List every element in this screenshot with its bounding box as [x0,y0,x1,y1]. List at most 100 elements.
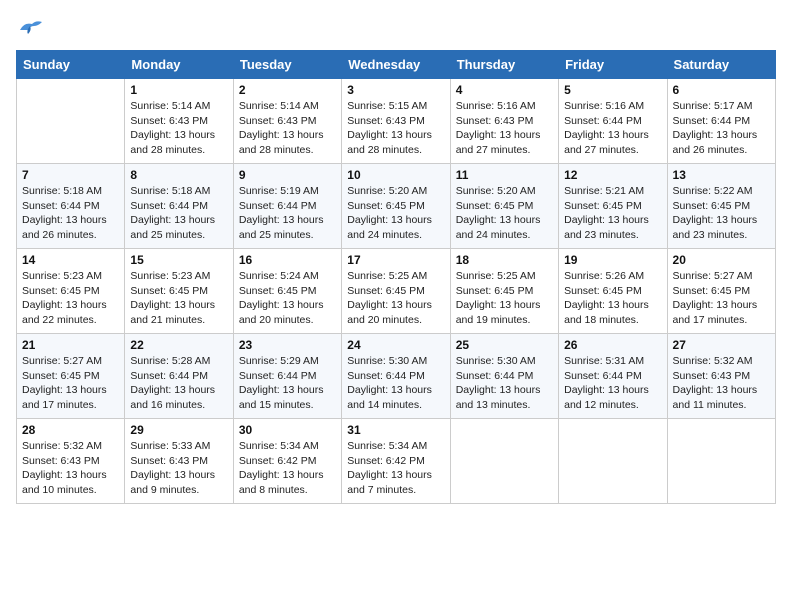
day-info: Sunrise: 5:31 AMSunset: 6:44 PMDaylight:… [564,354,661,413]
header-wednesday: Wednesday [342,51,450,79]
calendar-cell: 2 Sunrise: 5:14 AMSunset: 6:43 PMDaylight… [233,79,341,164]
calendar-cell: 8 Sunrise: 5:18 AMSunset: 6:44 PMDaylight… [125,164,233,249]
day-info: Sunrise: 5:27 AMSunset: 6:45 PMDaylight:… [22,354,119,413]
calendar-cell: 10 Sunrise: 5:20 AMSunset: 6:45 PMDayligh… [342,164,450,249]
calendar-cell: 15 Sunrise: 5:23 AMSunset: 6:45 PMDayligh… [125,249,233,334]
day-info: Sunrise: 5:18 AMSunset: 6:44 PMDaylight:… [22,184,119,243]
day-number: 22 [130,338,227,352]
day-info: Sunrise: 5:14 AMSunset: 6:43 PMDaylight:… [239,99,336,158]
calendar-cell: 6Sunrise: 5:17 AMSunset: 6:44 PMDaylight… [667,79,775,164]
day-info: Sunrise: 5:21 AMSunset: 6:45 PMDaylight:… [564,184,661,243]
day-number: 18 [456,253,553,267]
calendar-cell [17,79,125,164]
calendar-cell: 31 Sunrise: 5:34 AMSunset: 6:42 PMDayligh… [342,419,450,504]
day-info: Sunrise: 5:32 AMSunset: 6:43 PMDaylight:… [673,354,770,413]
day-number: 19 [564,253,661,267]
day-number: 2 [239,83,336,97]
header-thursday: Thursday [450,51,558,79]
day-number: 5 [564,83,661,97]
calendar-cell: 27 Sunrise: 5:32 AMSunset: 6:43 PMDayligh… [667,334,775,419]
calendar-cell: 13 Sunrise: 5:22 AMSunset: 6:45 PMDayligh… [667,164,775,249]
day-info: Sunrise: 5:27 AMSunset: 6:45 PMDaylight:… [673,269,770,328]
calendar-cell: 14Sunrise: 5:23 AMSunset: 6:45 PMDayligh… [17,249,125,334]
day-number: 12 [564,168,661,182]
header-sunday: Sunday [17,51,125,79]
calendar-cell: 12 Sunrise: 5:21 AMSunset: 6:45 PMDayligh… [559,164,667,249]
day-info: Sunrise: 5:23 AMSunset: 6:45 PMDaylight:… [130,269,227,328]
calendar-cell: 30 Sunrise: 5:34 AMSunset: 6:42 PMDayligh… [233,419,341,504]
day-number: 28 [22,423,119,437]
logo [16,16,48,38]
calendar-cell: 26 Sunrise: 5:31 AMSunset: 6:44 PMDayligh… [559,334,667,419]
calendar-header-row: SundayMondayTuesdayWednesdayThursdayFrid… [17,51,776,79]
day-number: 27 [673,338,770,352]
calendar-cell: 21Sunrise: 5:27 AMSunset: 6:45 PMDayligh… [17,334,125,419]
day-info: Sunrise: 5:23 AMSunset: 6:45 PMDaylight:… [22,269,119,328]
day-number: 26 [564,338,661,352]
calendar-cell: 19 Sunrise: 5:26 AMSunset: 6:45 PMDayligh… [559,249,667,334]
calendar-cell: 9 Sunrise: 5:19 AMSunset: 6:44 PMDaylight… [233,164,341,249]
calendar-cell [667,419,775,504]
page-header [16,16,776,38]
header-friday: Friday [559,51,667,79]
header-monday: Monday [125,51,233,79]
day-info: Sunrise: 5:34 AMSunset: 6:42 PMDaylight:… [347,439,444,498]
day-info: Sunrise: 5:26 AMSunset: 6:45 PMDaylight:… [564,269,661,328]
day-info: Sunrise: 5:16 AMSunset: 6:43 PMDaylight:… [456,99,553,158]
day-info: Sunrise: 5:30 AMSunset: 6:44 PMDaylight:… [347,354,444,413]
day-info: Sunrise: 5:15 AMSunset: 6:43 PMDaylight:… [347,99,444,158]
day-number: 13 [673,168,770,182]
day-info: Sunrise: 5:18 AMSunset: 6:44 PMDaylight:… [130,184,227,243]
day-number: 30 [239,423,336,437]
day-info: Sunrise: 5:20 AMSunset: 6:45 PMDaylight:… [456,184,553,243]
calendar-cell: 28 Sunrise: 5:32 AMSunset: 6:43 PMDayligh… [17,419,125,504]
calendar-cell: 7 Sunrise: 5:18 AMSunset: 6:44 PMDaylight… [17,164,125,249]
day-info: Sunrise: 5:14 AMSunset: 6:43 PMDaylight:… [130,99,227,158]
day-number: 8 [130,168,227,182]
day-info: Sunrise: 5:32 AMSunset: 6:43 PMDaylight:… [22,439,119,498]
calendar-cell: 22Sunrise: 5:28 AMSunset: 6:44 PMDayligh… [125,334,233,419]
day-info: Sunrise: 5:29 AMSunset: 6:44 PMDaylight:… [239,354,336,413]
day-number: 31 [347,423,444,437]
day-info: Sunrise: 5:20 AMSunset: 6:45 PMDaylight:… [347,184,444,243]
day-info: Sunrise: 5:25 AMSunset: 6:45 PMDaylight:… [347,269,444,328]
calendar-cell: 29Sunrise: 5:33 AMSunset: 6:43 PMDayligh… [125,419,233,504]
calendar-cell: 16Sunrise: 5:24 AMSunset: 6:45 PMDayligh… [233,249,341,334]
day-info: Sunrise: 5:19 AMSunset: 6:44 PMDaylight:… [239,184,336,243]
day-number: 7 [22,168,119,182]
day-number: 23 [239,338,336,352]
day-number: 17 [347,253,444,267]
day-number: 25 [456,338,553,352]
day-info: Sunrise: 5:30 AMSunset: 6:44 PMDaylight:… [456,354,553,413]
calendar-cell: 11 Sunrise: 5:20 AMSunset: 6:45 PMDayligh… [450,164,558,249]
week-row-1: 1 Sunrise: 5:14 AMSunset: 6:43 PMDaylight… [17,79,776,164]
day-number: 9 [239,168,336,182]
calendar-cell [450,419,558,504]
day-info: Sunrise: 5:24 AMSunset: 6:45 PMDaylight:… [239,269,336,328]
logo-icon [16,16,44,38]
calendar-cell: 1 Sunrise: 5:14 AMSunset: 6:43 PMDaylight… [125,79,233,164]
calendar-cell [559,419,667,504]
calendar-cell: 3 Sunrise: 5:15 AMSunset: 6:43 PMDaylight… [342,79,450,164]
day-info: Sunrise: 5:34 AMSunset: 6:42 PMDaylight:… [239,439,336,498]
calendar-cell: 23 Sunrise: 5:29 AMSunset: 6:44 PMDayligh… [233,334,341,419]
day-info: Sunrise: 5:33 AMSunset: 6:43 PMDaylight:… [130,439,227,498]
day-info: Sunrise: 5:22 AMSunset: 6:45 PMDaylight:… [673,184,770,243]
calendar-cell: 4Sunrise: 5:16 AMSunset: 6:43 PMDaylight… [450,79,558,164]
day-number: 1 [130,83,227,97]
day-number: 10 [347,168,444,182]
day-number: 20 [673,253,770,267]
calendar-table: SundayMondayTuesdayWednesdayThursdayFrid… [16,50,776,504]
day-number: 11 [456,168,553,182]
calendar-cell: 25 Sunrise: 5:30 AMSunset: 6:44 PMDayligh… [450,334,558,419]
day-number: 15 [130,253,227,267]
day-number: 3 [347,83,444,97]
week-row-4: 21Sunrise: 5:27 AMSunset: 6:45 PMDayligh… [17,334,776,419]
calendar-cell: 5 Sunrise: 5:16 AMSunset: 6:44 PMDaylight… [559,79,667,164]
calendar-cell: 17 Sunrise: 5:25 AMSunset: 6:45 PMDayligh… [342,249,450,334]
day-info: Sunrise: 5:16 AMSunset: 6:44 PMDaylight:… [564,99,661,158]
day-number: 24 [347,338,444,352]
header-saturday: Saturday [667,51,775,79]
calendar-cell: 18Sunrise: 5:25 AMSunset: 6:45 PMDayligh… [450,249,558,334]
calendar-cell: 20 Sunrise: 5:27 AMSunset: 6:45 PMDayligh… [667,249,775,334]
